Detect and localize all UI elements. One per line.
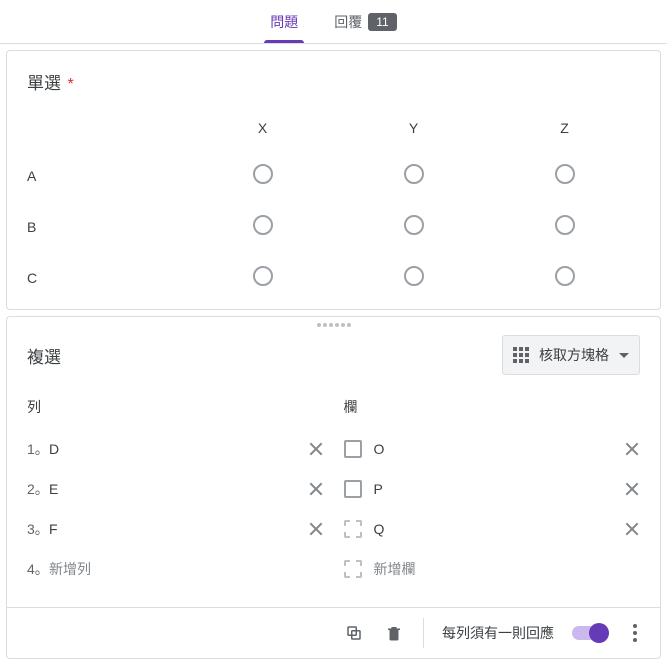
trash-icon bbox=[385, 624, 403, 642]
tab-responses[interactable]: 回覆 11 bbox=[328, 0, 402, 43]
row-number: 2。 bbox=[27, 479, 49, 499]
grid-row: C bbox=[27, 266, 640, 289]
add-row[interactable]: 4。 新增列 bbox=[27, 549, 324, 589]
row-label-input[interactable]: F bbox=[49, 521, 308, 537]
row-number: 4。 bbox=[27, 559, 49, 579]
drag-handle-icon[interactable] bbox=[7, 317, 660, 329]
col-label-input[interactable]: P bbox=[374, 481, 625, 497]
grid-col-header: Y bbox=[338, 120, 489, 136]
col-label-input[interactable]: Q bbox=[374, 521, 625, 537]
question-type-label: 核取方塊格 bbox=[539, 345, 609, 365]
radio-input[interactable] bbox=[555, 164, 575, 184]
radio-input[interactable] bbox=[404, 164, 424, 184]
question-card-radio-grid: 單選 * X Y Z A B C bbox=[6, 50, 661, 310]
question-title-input[interactable]: 複選 bbox=[27, 343, 61, 368]
responses-count-badge: 11 bbox=[368, 13, 396, 31]
remove-row-icon[interactable] bbox=[308, 481, 324, 497]
rows-header: 列 bbox=[27, 397, 324, 417]
duplicate-button[interactable] bbox=[343, 622, 365, 644]
add-col[interactable]: 新增欄 bbox=[344, 549, 641, 589]
add-row-label: 新增列 bbox=[49, 559, 324, 579]
tab-responses-label: 回覆 bbox=[334, 12, 362, 32]
rows-column: 列 1。 D 2。 E 3。 F 4。 新增列 bbox=[27, 397, 324, 589]
row-label-input[interactable]: E bbox=[49, 481, 308, 497]
grid-row-label: C bbox=[27, 270, 187, 286]
row-number: 1。 bbox=[27, 439, 49, 459]
require-response-toggle[interactable] bbox=[572, 626, 606, 640]
grid-col-header: X bbox=[187, 120, 338, 136]
grid-row: A bbox=[27, 164, 640, 187]
remove-col-icon[interactable] bbox=[624, 481, 640, 497]
tab-questions-label: 問題 bbox=[270, 12, 298, 32]
row-option: 1。 D bbox=[27, 429, 324, 469]
col-label-input[interactable]: O bbox=[374, 441, 625, 457]
radio-input[interactable] bbox=[253, 215, 273, 235]
col-option: O bbox=[344, 429, 641, 469]
question-type-selector[interactable]: 核取方塊格 bbox=[502, 335, 640, 375]
grid-row: B bbox=[27, 215, 640, 238]
checkbox-icon bbox=[344, 520, 362, 538]
divider bbox=[423, 618, 424, 648]
remove-col-icon[interactable] bbox=[624, 441, 640, 457]
more-options-button[interactable] bbox=[624, 622, 646, 644]
checkbox-icon bbox=[344, 560, 362, 578]
chevron-down-icon bbox=[619, 353, 629, 358]
tab-questions[interactable]: 問題 bbox=[264, 0, 304, 43]
grid-column-headers: X Y Z bbox=[27, 120, 640, 136]
row-option: 2。 E bbox=[27, 469, 324, 509]
checkbox-grid-icon bbox=[513, 347, 529, 363]
radio-input[interactable] bbox=[253, 164, 273, 184]
question-title-text: 單選 bbox=[27, 74, 61, 93]
grid-rowlabel-spacer bbox=[27, 120, 187, 136]
checkbox-icon bbox=[344, 480, 362, 498]
cols-header: 欄 bbox=[344, 397, 641, 417]
checkbox-icon bbox=[344, 440, 362, 458]
question-card-checkbox-grid[interactable]: 複選 核取方塊格 列 1。 D 2。 E bbox=[6, 316, 661, 659]
require-response-label: 每列須有一則回應 bbox=[442, 623, 554, 643]
question-title: 單選 * bbox=[27, 69, 640, 94]
form-tabs: 問題 回覆 11 bbox=[0, 0, 667, 44]
radio-input[interactable] bbox=[555, 215, 575, 235]
remove-col-icon[interactable] bbox=[624, 521, 640, 537]
grid-col-header: Z bbox=[489, 120, 640, 136]
radio-input[interactable] bbox=[555, 266, 575, 286]
cols-column: 欄 O P Q 新增欄 bbox=[344, 397, 641, 589]
remove-row-icon[interactable] bbox=[308, 441, 324, 457]
radio-input[interactable] bbox=[253, 266, 273, 286]
copy-icon bbox=[345, 624, 363, 642]
required-marker: * bbox=[67, 76, 73, 93]
delete-button[interactable] bbox=[383, 622, 405, 644]
col-option: P bbox=[344, 469, 641, 509]
question-footer: 每列須有一則回應 bbox=[7, 607, 660, 658]
row-label-input[interactable]: D bbox=[49, 441, 308, 457]
grid-row-label: B bbox=[27, 219, 187, 235]
grid-row-label: A bbox=[27, 168, 187, 184]
row-number: 3。 bbox=[27, 519, 49, 539]
add-col-label: 新增欄 bbox=[374, 559, 641, 579]
row-option: 3。 F bbox=[27, 509, 324, 549]
remove-row-icon[interactable] bbox=[308, 521, 324, 537]
col-option: Q bbox=[344, 509, 641, 549]
radio-input[interactable] bbox=[404, 266, 424, 286]
more-vertical-icon bbox=[633, 624, 637, 642]
radio-input[interactable] bbox=[404, 215, 424, 235]
